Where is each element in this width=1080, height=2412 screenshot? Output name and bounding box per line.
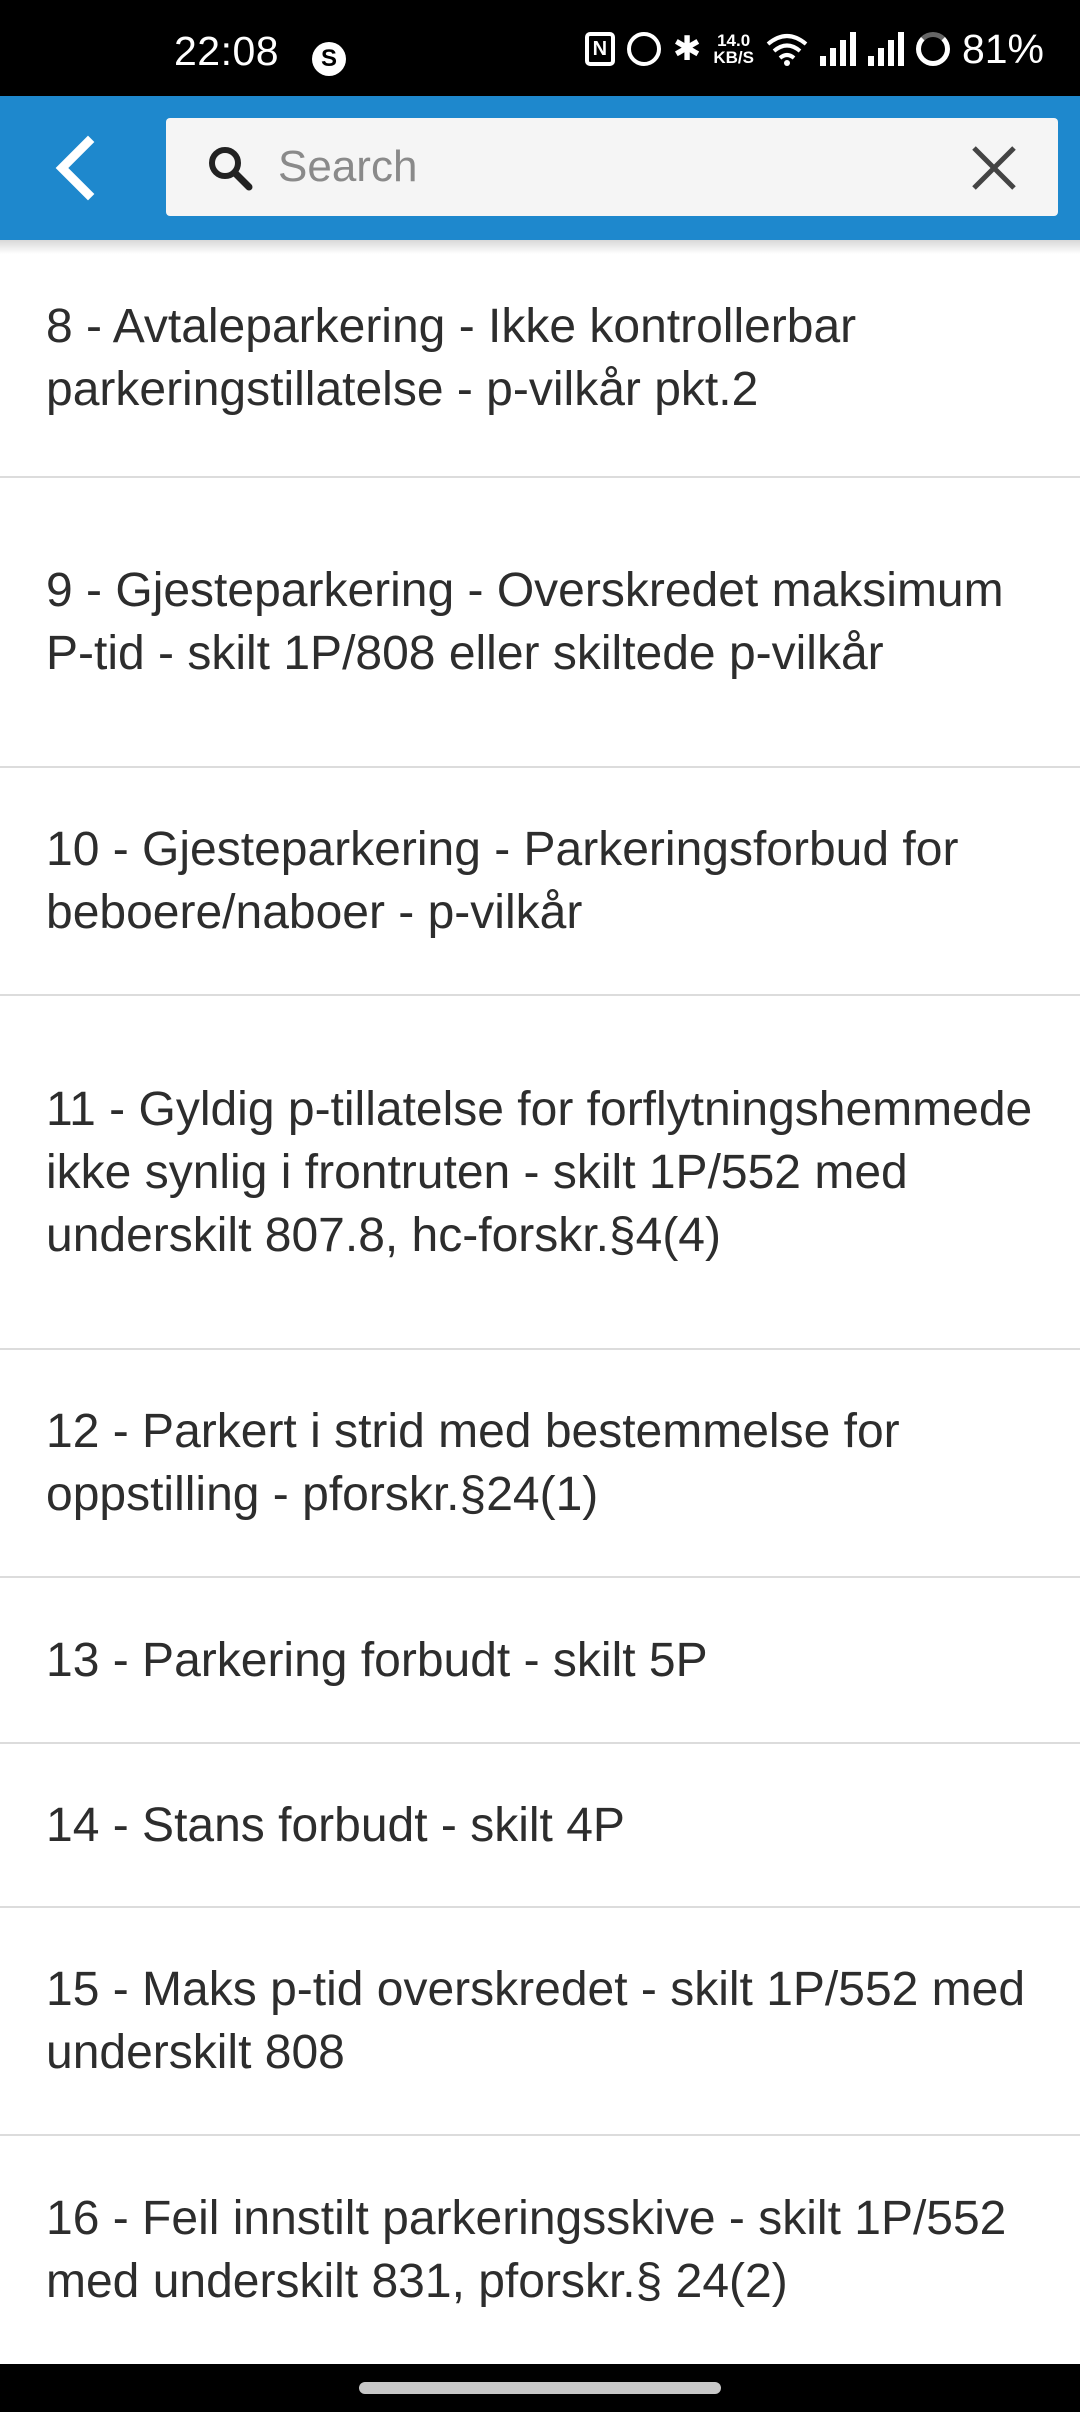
navigation-bar bbox=[0, 2364, 1080, 2412]
list-item-label: 14 - Stans forbudt - skilt 4P bbox=[46, 1798, 625, 1852]
signal-icon bbox=[819, 32, 856, 66]
list-item-label: 13 - Parkering forbudt - skilt 5P bbox=[46, 1633, 708, 1687]
list-item[interactable]: 15 - Maks p-tid overskredet - skilt 1P/5… bbox=[0, 1908, 1080, 2136]
search-icon bbox=[209, 147, 253, 191]
search-bar bbox=[166, 118, 1058, 216]
signal-icon-2 bbox=[867, 32, 904, 66]
battery-icon bbox=[915, 32, 950, 66]
search-input[interactable] bbox=[278, 132, 918, 202]
back-arrow-icon bbox=[55, 135, 95, 201]
list-item-label: 10 - Gjesteparkering - Parkeringsforbud … bbox=[46, 823, 959, 939]
network-speed-value: 14.0 bbox=[717, 31, 751, 50]
list-item[interactable]: 16 - Feil innstilt parkeringsskive - ski… bbox=[0, 2136, 1080, 2364]
network-speed-unit: KB/S bbox=[713, 48, 754, 67]
app-bar bbox=[0, 96, 1080, 240]
home-gesture-handle[interactable] bbox=[359, 2382, 721, 2394]
status-icons: N ✱ 14.0 KB/S 81% bbox=[584, 25, 1044, 72]
list-item[interactable]: 10 - Gjesteparkering - Parkeringsforbud … bbox=[0, 768, 1080, 996]
alarm-icon bbox=[626, 32, 661, 66]
battery-level: 81% bbox=[961, 25, 1044, 72]
back-button[interactable] bbox=[40, 130, 116, 206]
wifi-icon bbox=[766, 32, 808, 66]
list-item[interactable]: 14 - Stans forbudt - skilt 4P bbox=[0, 1744, 1080, 1908]
list-item-label: 8 - Avtaleparkering - Ikke kontrollerbar… bbox=[46, 300, 857, 416]
bluetooth-icon: ✱ bbox=[672, 30, 702, 68]
list-item-label: 15 - Maks p-tid overskredet - skilt 1P/5… bbox=[46, 1963, 1026, 2079]
list-item[interactable]: 11 - Gyldig p-tillatelse for forflytning… bbox=[0, 996, 1080, 1350]
status-time: 22:08 bbox=[174, 28, 280, 74]
list-item[interactable]: 13 - Parkering forbudt - skilt 5P bbox=[0, 1578, 1080, 1744]
list-item-label: 9 - Gjesteparkering - Overskredet maksim… bbox=[46, 564, 1004, 680]
nfc-icon: N bbox=[584, 32, 615, 66]
close-icon[interactable] bbox=[968, 142, 1020, 194]
s-circle-icon: S bbox=[312, 42, 346, 76]
status-bar: 22:08 S N ✱ 14.0 KB/S 81% bbox=[0, 0, 1080, 96]
violation-list: 8 - Avtaleparkering - Ikke kontrollerbar… bbox=[0, 240, 1080, 2364]
list-item-label: 16 - Feil innstilt parkeringsskive - ski… bbox=[46, 2192, 1007, 2308]
list-item[interactable]: 9 - Gjesteparkering - Overskredet maksim… bbox=[0, 478, 1080, 768]
list-item-label: 11 - Gyldig p-tillatelse for forflytning… bbox=[46, 1082, 1033, 1262]
network-speed: 14.0 KB/S bbox=[713, 32, 754, 66]
list-item[interactable]: 8 - Avtaleparkering - Ikke kontrollerbar… bbox=[0, 240, 1080, 478]
list-item[interactable]: 12 - Parkert i strid med bestemmelse for… bbox=[0, 1350, 1080, 1578]
list-item-label: 12 - Parkert i strid med bestemmelse for… bbox=[46, 1405, 900, 1521]
